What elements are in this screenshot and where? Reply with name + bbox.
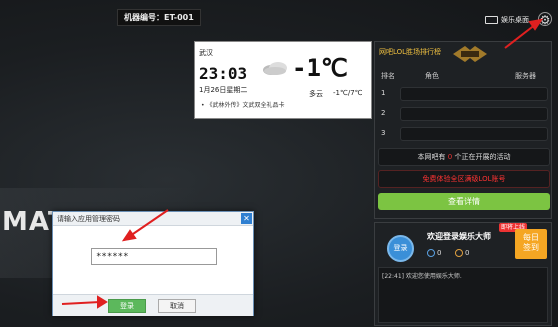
dialog-footer: 登录 取消 [53, 294, 253, 316]
login-panel: 登录 欢迎登录娱乐大师 即将上线 0 0 每日 签到 [22:41] 欢迎您使用… [374, 222, 552, 326]
weather-range: -1℃/7℃ [333, 89, 363, 97]
rank-col-rank: 排名 [381, 72, 395, 80]
free-account-link[interactable]: 免费体验全区满级LOL账号 [378, 170, 550, 188]
diamond-icon [427, 249, 435, 257]
rank-row-box [400, 107, 548, 121]
weather-city: 武汉 [199, 49, 213, 57]
activity-status: 本网吧有 0 个正在开展的活动 [378, 148, 550, 166]
clock-date: 1月26日星期二 [199, 86, 248, 94]
rank-title: 网吧LOL胜场排行榜 [379, 48, 442, 56]
weather-condition: 多云 [309, 90, 323, 98]
league-logo-icon [453, 46, 487, 62]
cancel-button[interactable]: 取消 [158, 299, 196, 313]
activity-prefix: 本网吧有 [417, 153, 446, 161]
chat-log: [22:41] 欢迎您使用娱乐大师. [378, 267, 548, 323]
machine-id-label: 机器编号：ET-001 [117, 9, 201, 26]
view-details-button[interactable]: 查看详情 [378, 193, 550, 210]
news-link[interactable]: 《武林外传》文武双全礼品卡 [201, 100, 284, 109]
coin-stat: 0 [455, 249, 469, 257]
rank-row: 2 [378, 106, 550, 122]
gear-icon[interactable]: ⚙ [538, 12, 552, 27]
cloud-icon [263, 62, 287, 75]
rank-row: 1 [378, 86, 550, 102]
password-input[interactable] [91, 248, 217, 265]
clock-time: 23:03 [199, 64, 248, 83]
coin-count: 0 [465, 249, 470, 257]
coin-icon [455, 249, 463, 257]
rank-col-role: 角色 [425, 72, 439, 80]
password-dialog: 请输入应用管理密码 ✕ 登录 取消 [52, 211, 254, 316]
monitor-icon [485, 16, 498, 24]
welcome-title: 欢迎登录娱乐大师 [427, 232, 491, 241]
desktop-button[interactable]: 娱乐桌面 [485, 14, 529, 26]
dialog-body [53, 226, 253, 294]
rank-row-box [400, 127, 548, 141]
rank-number: 3 [381, 129, 386, 137]
desktop-button-label: 娱乐桌面 [501, 16, 529, 24]
dialog-title: 请输入应用管理密码 [53, 212, 253, 226]
rank-number: 2 [381, 109, 386, 117]
close-icon[interactable]: ✕ [241, 213, 252, 224]
login-button[interactable]: 登录 [108, 299, 146, 313]
login-avatar-button[interactable]: 登录 [387, 235, 414, 262]
rank-header: 排名 角色 服务器 [375, 68, 551, 84]
rank-row-box [400, 87, 548, 101]
daily-checkin-button[interactable]: 每日 签到 [515, 229, 547, 259]
weather-widget: 武汉 23:03 1月26日星期二 -1℃ 多云 -1℃/7℃ 《武林外传》文武… [194, 41, 372, 119]
activity-suffix: 个正在开展的活动 [454, 153, 511, 161]
rank-col-server: 服务器 [515, 72, 536, 80]
rank-number: 1 [381, 89, 386, 97]
diamond-count: 0 [437, 249, 442, 257]
rank-row: 3 [378, 126, 550, 142]
activity-count: 0 [447, 153, 453, 161]
diamond-stat: 0 [427, 249, 441, 257]
weather-temperature: -1℃ [292, 54, 348, 82]
lol-rank-panel: 网吧LOL胜场排行榜 排名 角色 服务器 1 2 3 本网吧有 0 个正在开展的… [374, 41, 552, 219]
